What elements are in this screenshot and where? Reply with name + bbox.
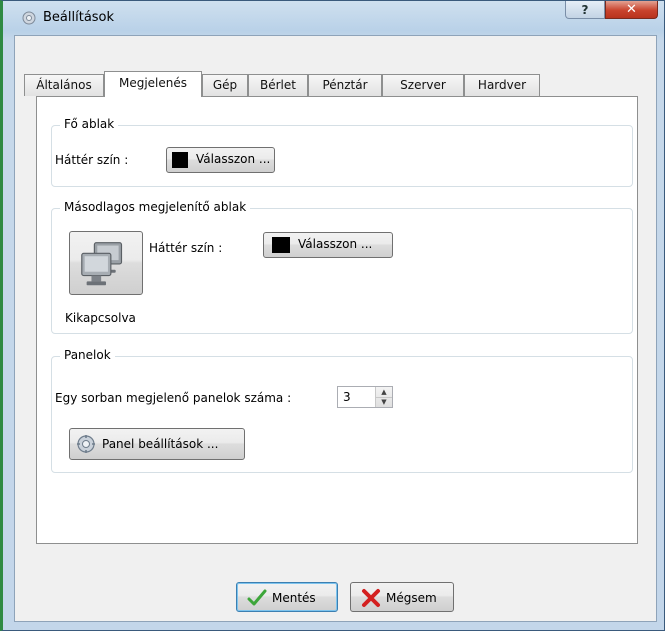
spin-down-icon[interactable]: ▼ [376,397,392,407]
tab-megjelenes[interactable]: Megjelenés [104,71,202,97]
panel-count-spinbox[interactable]: 3 ▲ ▼ [337,386,393,408]
tab-panel-megjelenes: Fő ablak Háttér szín : Válasszon ... Más… [36,96,638,544]
group-main-window-title: Fő ablak [60,117,119,131]
tab-altalanos[interactable]: Általános [24,74,104,96]
color-swatch [172,152,188,168]
tab-penztar[interactable]: Pénztár [308,74,382,96]
help-button[interactable]: ? [565,1,605,19]
panel-count-value: 3 [343,390,351,404]
save-button-label: Mentés [272,591,316,605]
group-main-window: Fő ablak [51,117,633,187]
secondary-bg-color-button[interactable]: Válasszon ... [263,232,393,258]
save-button[interactable]: Mentés [236,582,338,612]
cancel-button-label: Mégsem [386,591,437,605]
panel-settings-button[interactable]: Panel beállítások ... [69,428,245,460]
color-swatch [272,237,290,253]
tab-hardver[interactable]: Hardver [464,74,540,96]
monitors-icon [81,242,123,286]
tab-gep[interactable]: Gép [202,74,248,96]
tab-berlet[interactable]: Bérlet [248,74,308,96]
panel-count-label: Egy sorban megjelenő panelok száma : [55,391,292,405]
title-bar[interactable]: Beállítások ? ✕ [3,1,664,35]
secondary-bg-label: Háttér szín : [149,241,223,255]
gear-icon [77,435,95,453]
secondary-window-status: Kikapcsolva [65,311,136,325]
secondary-bg-color-button-label: Válasszon ... [298,237,373,251]
panel-settings-button-label: Panel beállítások ... [102,437,219,451]
tab-szerver[interactable]: Szerver [382,74,464,96]
close-button[interactable]: ✕ [605,1,658,19]
main-bg-label: Háttér szín : [55,153,129,167]
main-bg-color-button-label: Válasszon ... [196,152,271,166]
window-title: Beállítások [43,10,115,25]
gear-icon [22,11,36,25]
cancel-button[interactable]: Mégsem [350,582,454,612]
spin-arrows: ▲ ▼ [375,387,392,407]
main-bg-color-button[interactable]: Válasszon ... [166,147,275,173]
checkmark-icon [247,589,267,606]
group-panels-title: Panelok [60,348,115,362]
group-secondary-window-title: Másodlagos megjelenítő ablak [60,200,251,214]
red-x-icon [362,589,380,607]
secondary-window-toggle-button[interactable] [69,231,143,295]
